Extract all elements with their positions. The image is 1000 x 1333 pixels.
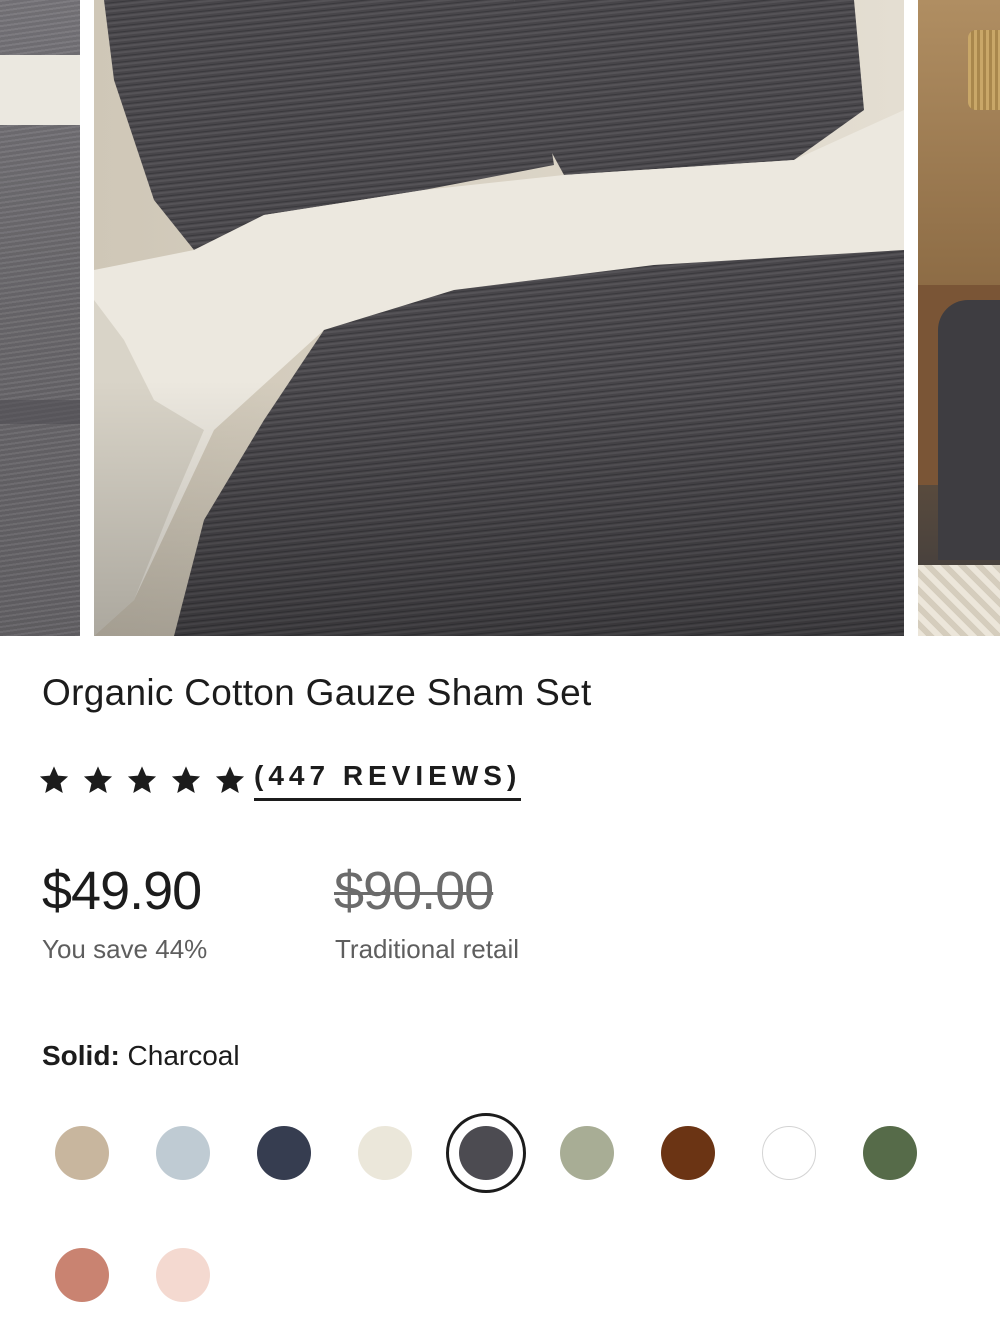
product-title: Organic Cotton Gauze Sham Set [42, 672, 592, 713]
bedding-illustration [94, 0, 904, 636]
color-label: Solid: Charcoal [42, 1040, 240, 1072]
star-icon [215, 766, 245, 794]
star-icon [127, 766, 157, 794]
color-swatch[interactable] [358, 1126, 412, 1180]
previous-product-image[interactable] [0, 0, 80, 636]
color-swatch[interactable] [156, 1126, 210, 1180]
star-rating [38, 764, 246, 796]
duvet-corner [938, 300, 1000, 560]
next-product-image[interactable] [918, 0, 1000, 636]
color-swatch[interactable] [257, 1126, 311, 1180]
color-swatch[interactable] [55, 1248, 109, 1302]
color-swatch[interactable] [560, 1126, 614, 1180]
image-carousel[interactable] [0, 0, 1000, 636]
reviews-count[interactable]: (447 REVIEWS) [254, 760, 522, 801]
savings-text: You save 44% [42, 934, 208, 964]
star-icon [171, 766, 201, 794]
color-swatch[interactable] [459, 1126, 513, 1180]
star-icon [83, 766, 113, 794]
main-product-image[interactable] [94, 0, 904, 636]
rug [918, 565, 1000, 636]
color-swatch[interactable] [661, 1126, 715, 1180]
sheet-edge [0, 55, 80, 125]
original-price-label: Traditional retail [335, 934, 520, 964]
original-price: $90.00 [334, 861, 494, 921]
current-price: $49.90 [42, 861, 202, 921]
duvet-fold [0, 400, 80, 424]
color-swatch[interactable] [55, 1126, 109, 1180]
selected-color-name: Charcoal [127, 1040, 240, 1071]
color-swatch[interactable] [863, 1126, 917, 1180]
rating-row: (447 REVIEWS) [38, 760, 522, 801]
star-icon [39, 766, 69, 794]
color-swatch[interactable] [762, 1126, 816, 1180]
reviews-link[interactable]: (447 REVIEWS) [254, 760, 522, 801]
color-swatch[interactable] [156, 1248, 210, 1302]
color-type: Solid: [42, 1040, 120, 1071]
lamp [968, 30, 1000, 110]
